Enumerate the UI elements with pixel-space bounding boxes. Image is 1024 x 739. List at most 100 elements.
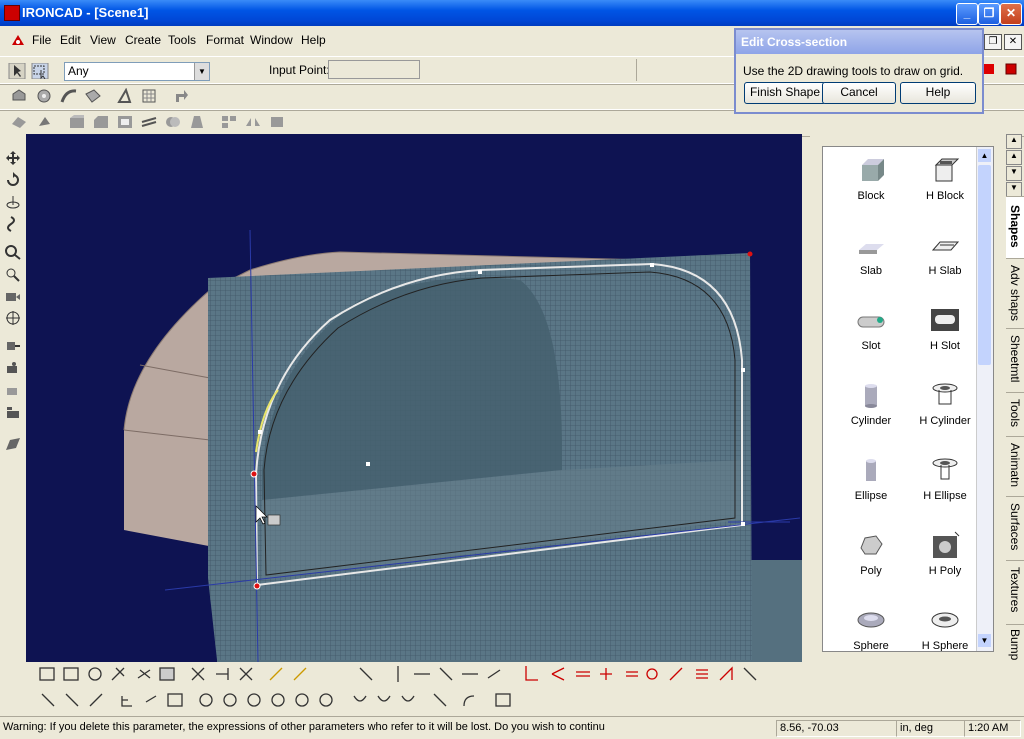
ironcad-app-icon[interactable]: [4, 5, 20, 21]
zoom-window-icon[interactable]: [4, 266, 22, 282]
3d-viewport[interactable]: [26, 134, 802, 662]
tab-last-icon[interactable]: ▼: [1006, 182, 1022, 197]
spin-icon[interactable]: [35, 88, 53, 104]
face-offset-icon[interactable]: [35, 114, 53, 130]
tab-animation[interactable]: Animatn: [1006, 436, 1024, 498]
tab-sheetmetal[interactable]: Sheetmtl: [1006, 328, 1024, 394]
orbit-icon[interactable]: [4, 172, 22, 188]
tab-first-icon[interactable]: ▲: [1006, 134, 1022, 149]
tab-textures[interactable]: Textures: [1006, 560, 1024, 626]
mdi-restore-button[interactable]: ❐: [984, 34, 1002, 50]
blend-icon[interactable]: [68, 114, 86, 130]
loft-icon[interactable]: [84, 88, 102, 104]
menu-window[interactable]: Window: [250, 33, 293, 47]
mirror-icon[interactable]: [244, 114, 262, 130]
spin-view-icon[interactable]: [4, 194, 22, 210]
face-move-icon[interactable]: [10, 114, 28, 130]
camera-target-icon[interactable]: [4, 360, 22, 376]
sweep-icon[interactable]: [60, 88, 78, 104]
catalog-scrollbar[interactable]: ▲ ▼: [976, 147, 993, 651]
catalog-item-slot[interactable]: Slot: [833, 301, 909, 371]
camera-icon[interactable]: [4, 288, 22, 304]
tab-shapes[interactable]: Shapes: [1006, 196, 1024, 260]
hollow-block-icon: [934, 158, 960, 182]
close-button[interactable]: ✕: [1000, 3, 1022, 25]
tab-surfaces[interactable]: Surfaces: [1006, 496, 1024, 562]
minimize-button[interactable]: _: [956, 3, 978, 25]
pattern-icon[interactable]: [220, 114, 238, 130]
chevron-down-icon[interactable]: ▼: [194, 63, 209, 80]
catalog-item-block[interactable]: Block: [833, 151, 909, 221]
catalog-item-h-ellipse[interactable]: H Ellipse: [907, 451, 983, 521]
scale-icon[interactable]: [268, 114, 286, 130]
move-icon[interactable]: [4, 150, 22, 166]
scroll-thumb[interactable]: [978, 165, 991, 365]
scene-canvas[interactable]: [26, 134, 802, 662]
ellipse-icon: [866, 459, 876, 481]
measure-icon[interactable]: [116, 88, 134, 104]
status-bar: Warning: If you delete this parameter, t…: [0, 716, 1024, 739]
block-icon: [862, 159, 884, 181]
cancel-button[interactable]: Cancel: [822, 82, 896, 104]
mdi-close-button[interactable]: ✕: [1004, 34, 1022, 50]
select-region-icon[interactable]: [31, 63, 49, 79]
catalog-item-h-slot[interactable]: H Slot: [907, 301, 983, 371]
camera-link-icon[interactable]: [4, 404, 22, 420]
split-icon[interactable]: [140, 114, 158, 130]
title-bar: IRONCAD - [Scene1] _ ❐ ✕: [0, 0, 1024, 26]
tab-adv-shapes[interactable]: Adv shaps: [1006, 258, 1024, 330]
look-at-icon[interactable]: [4, 338, 22, 354]
finish-shape-button[interactable]: Finish Shape: [744, 82, 826, 104]
tab-bump[interactable]: Bump: [1006, 624, 1024, 663]
maximize-button[interactable]: ❐: [978, 3, 1000, 25]
scroll-up-icon[interactable]: ▲: [978, 149, 991, 162]
redo-icon[interactable]: [172, 88, 190, 104]
chamfer-icon[interactable]: [92, 114, 110, 130]
view-toolbar: [0, 134, 26, 662]
draft-icon[interactable]: [188, 114, 206, 130]
catalog-item-slab[interactable]: Slab: [833, 226, 909, 296]
hollow-cylinder-icon: [932, 383, 958, 405]
selection-filter-select[interactable]: Any ▼: [64, 62, 210, 81]
camera-position-icon[interactable]: [4, 382, 22, 398]
document-icon[interactable]: [10, 32, 26, 48]
tab-next-icon[interactable]: ▼: [1006, 166, 1022, 181]
render-mode-icon[interactable]: [4, 436, 22, 452]
catalog-item-ellipse[interactable]: Ellipse: [833, 451, 909, 521]
catalog-item-h-sphere[interactable]: H Sphere: [907, 601, 983, 651]
menu-file[interactable]: File: [32, 33, 51, 47]
catalog-item-h-cylinder[interactable]: H Cylinder: [907, 376, 983, 446]
menu-view[interactable]: View: [90, 33, 116, 47]
boolean-icon[interactable]: [164, 114, 182, 130]
menu-tools[interactable]: Tools: [168, 33, 196, 47]
scroll-down-icon[interactable]: ▼: [978, 634, 991, 647]
menu-format[interactable]: Format: [206, 33, 244, 47]
select-arrow-icon[interactable]: [8, 63, 26, 79]
render-full-icon[interactable]: [1004, 62, 1018, 76]
status-coordinates: 8.56, -70.03: [776, 720, 897, 737]
sphere-icon: [857, 612, 885, 628]
menu-help[interactable]: Help: [301, 33, 326, 47]
help-button[interactable]: Help: [900, 82, 976, 104]
grid-icon[interactable]: [140, 88, 158, 104]
render-icon[interactable]: [982, 62, 996, 76]
extrude-icon[interactable]: [10, 88, 28, 104]
walk-icon[interactable]: [4, 216, 22, 232]
menu-edit[interactable]: Edit: [60, 33, 81, 47]
catalog-item-h-poly[interactable]: H Poly: [907, 526, 983, 596]
catalog-item-h-block[interactable]: H Block: [907, 151, 983, 221]
catalog-item-h-slab[interactable]: H Slab: [907, 226, 983, 296]
catalog-item-cylinder[interactable]: Cylinder: [833, 376, 909, 446]
menu-create[interactable]: Create: [125, 33, 161, 47]
catalog-item-sphere[interactable]: Sphere: [833, 601, 909, 651]
fit-view-icon[interactable]: [4, 310, 22, 326]
input-point-field[interactable]: [328, 60, 420, 79]
dialog-title-bar[interactable]: Edit Cross-section: [736, 30, 982, 54]
zoom-icon[interactable]: [4, 244, 22, 260]
slot-icon: [857, 316, 885, 328]
catalog-item-poly[interactable]: Poly: [833, 526, 909, 596]
hollow-ellipse-icon: [932, 458, 958, 480]
tab-prev-icon[interactable]: ▲: [1006, 150, 1022, 165]
shell-icon[interactable]: [116, 114, 134, 130]
tab-tools[interactable]: Tools: [1006, 392, 1024, 438]
